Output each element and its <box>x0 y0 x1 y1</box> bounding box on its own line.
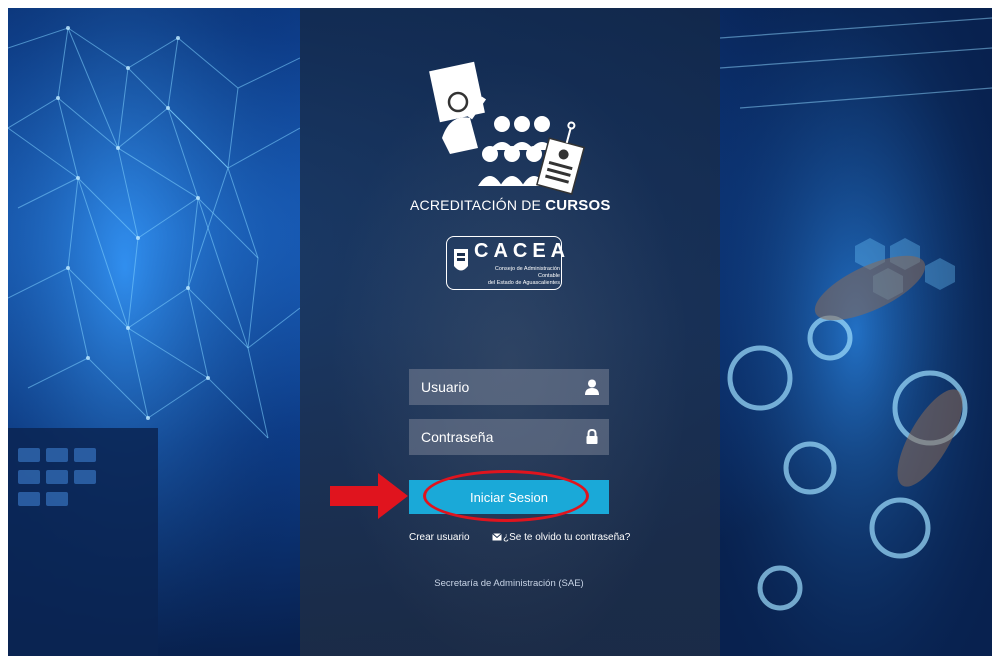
cacea-subtitle-line-2: del Estado de Aguascalientes <box>487 280 560 286</box>
username-input[interactable] <box>409 369 609 405</box>
footer-text: Secretaría de Administración (SAE) <box>434 578 584 589</box>
create-user-link[interactable]: Crear usuario <box>409 532 470 543</box>
gears-background-right <box>720 8 992 656</box>
username-field[interactable] <box>409 369 609 405</box>
forgot-password-label: ¿Se te olvido tu contraseña? <box>503 532 631 543</box>
course-accreditation-logo <box>429 61 586 195</box>
state-seal-icon <box>454 249 468 271</box>
red-arrow-annotation <box>330 473 408 519</box>
cacea-subtitle-line-1: Consejo de Administración Contable <box>494 266 560 279</box>
brand-title-prefix: ACREDITACIÓN DE <box>410 197 546 213</box>
forgot-password-link[interactable]: ¿Se te olvido tu contraseña? <box>492 532 630 543</box>
network-background-left <box>8 8 300 656</box>
user-icon <box>585 379 599 395</box>
cacea-logo-subtitle: Consejo de Administración Contable del Es… <box>474 266 560 287</box>
password-input[interactable] <box>409 419 609 455</box>
envelope-icon <box>492 533 502 541</box>
brand-title: ACREDITACIÓN DE CURSOS <box>410 197 610 214</box>
password-field[interactable] <box>409 419 609 455</box>
brand-title-bold: CURSOS <box>545 197 611 214</box>
lock-icon <box>586 429 598 444</box>
cacea-logo-text: CACEA <box>474 240 571 262</box>
login-button[interactable]: Iniciar Sesion <box>409 480 609 514</box>
cacea-logo: CACEA Consejo de Administración Contable… <box>446 236 565 290</box>
